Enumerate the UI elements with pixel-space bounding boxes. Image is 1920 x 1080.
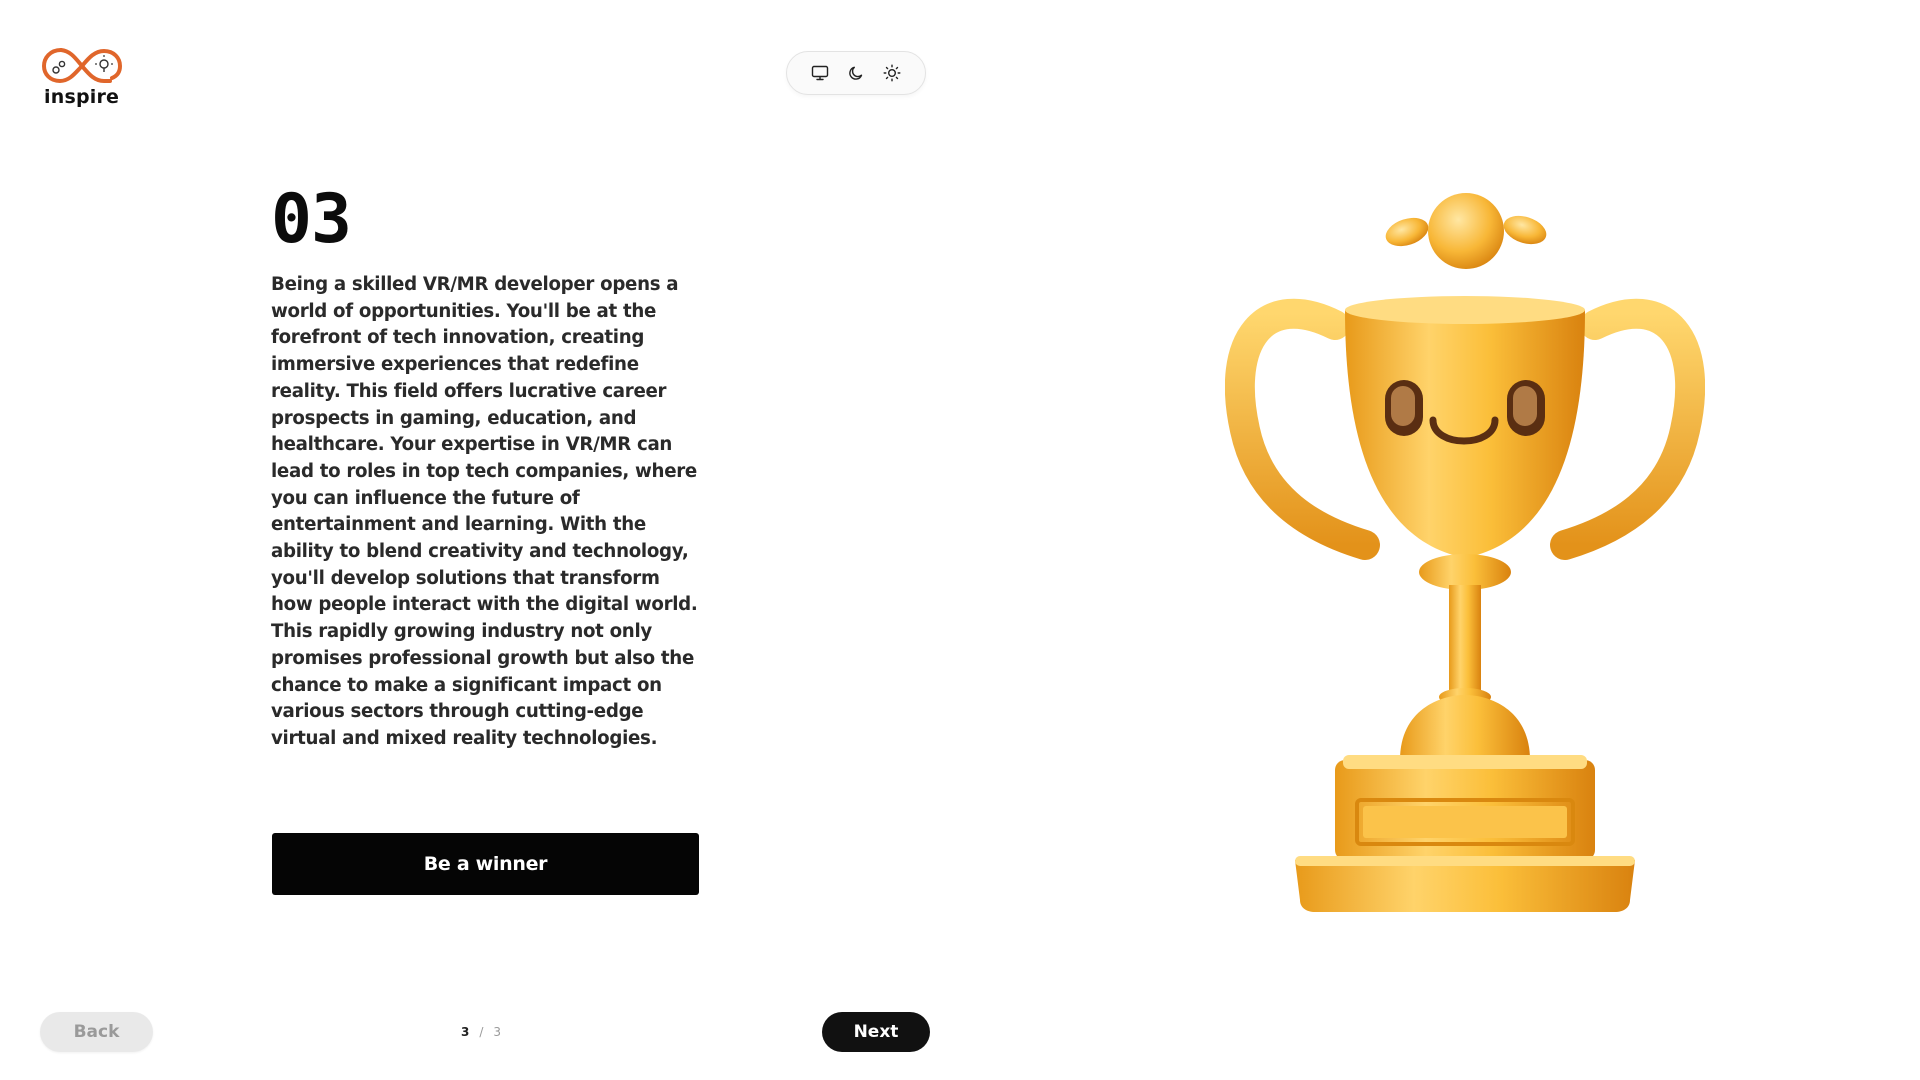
brand-logo[interactable]: inspire bbox=[40, 44, 126, 112]
sun-icon bbox=[883, 64, 901, 82]
infinity-logo-icon bbox=[41, 48, 123, 84]
back-button[interactable]: Back bbox=[40, 1012, 153, 1052]
pagination-current: 3 bbox=[461, 1025, 470, 1039]
next-button[interactable]: Next bbox=[822, 1012, 930, 1052]
theme-light-button[interactable] bbox=[881, 62, 903, 84]
pagination-total: 3 bbox=[493, 1025, 502, 1039]
pagination: 3 / 3 bbox=[461, 1022, 501, 1042]
trophy-icon bbox=[1224, 193, 1706, 912]
page: inspire 03 Being a skilled VR/MR develop… bbox=[0, 0, 1920, 1080]
brand-name: inspire bbox=[44, 86, 120, 108]
moon-icon bbox=[849, 66, 863, 80]
theme-dark-button[interactable] bbox=[845, 62, 867, 84]
monitor-icon bbox=[811, 65, 829, 81]
be-a-winner-button[interactable]: Be a winner bbox=[272, 833, 699, 895]
trophy-illustration bbox=[1224, 180, 1706, 920]
theme-switcher bbox=[786, 51, 926, 95]
theme-system-button[interactable] bbox=[809, 62, 831, 84]
step-description: Being a skilled VR/MR developer opens a … bbox=[271, 274, 698, 749]
step-number: 03 bbox=[271, 180, 352, 259]
pagination-separator: / bbox=[479, 1025, 484, 1039]
